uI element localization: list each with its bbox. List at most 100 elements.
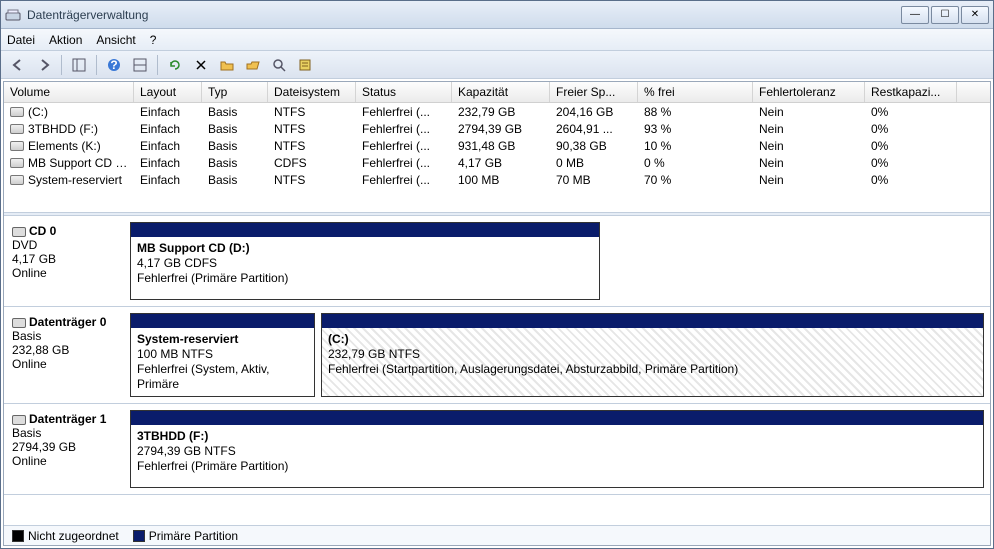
column-header[interactable]: Status <box>356 82 452 102</box>
volume-row[interactable]: System-reserviertEinfachBasisNTFSFehlerf… <box>4 171 990 188</box>
volume-list-body: (C:)EinfachBasisNTFSFehlerfrei (...232,7… <box>4 103 990 188</box>
forward-button[interactable] <box>33 54 55 76</box>
disk-title: CD 0 <box>29 224 56 238</box>
column-header[interactable]: Typ <box>202 82 268 102</box>
column-header[interactable]: Restkapazi... <box>865 82 957 102</box>
cell-status: Fehlerfrei (... <box>356 173 452 187</box>
partition-body: System-reserviert100 MB NTFSFehlerfrei (… <box>131 328 314 396</box>
cell-name: MB Support CD (D:) <box>4 156 134 170</box>
cell-free: 0 MB <box>550 156 638 170</box>
cell-pct: 10 % <box>638 139 753 153</box>
disk-title: Datenträger 0 <box>29 315 106 329</box>
cell-pct: 70 % <box>638 173 753 187</box>
cell-layout: Einfach <box>134 105 202 119</box>
cell-type: Basis <box>202 105 268 119</box>
cell-free: 2604,91 ... <box>550 122 638 136</box>
open-folder-button[interactable] <box>216 54 238 76</box>
cell-layout: Einfach <box>134 122 202 136</box>
disk-row: CD 0DVD4,17 GBOnlineMB Support CD (D:)4,… <box>4 216 990 307</box>
cell-name: System-reserviert <box>4 173 134 187</box>
partition[interactable]: (C:)232,79 GB NTFSFehlerfrei (Startparti… <box>321 313 984 397</box>
partitions-container: MB Support CD (D:)4,17 GB CDFSFehlerfrei… <box>130 222 984 300</box>
cell-cap: 100 MB <box>452 173 550 187</box>
refresh-button[interactable] <box>164 54 186 76</box>
cell-layout: Einfach <box>134 139 202 153</box>
search-button[interactable] <box>268 54 290 76</box>
menu-view[interactable]: Ansicht <box>96 33 135 47</box>
cell-pct: 88 % <box>638 105 753 119</box>
menubar: Datei Aktion Ansicht ? <box>1 29 993 51</box>
eject-button[interactable] <box>242 54 264 76</box>
cell-rest: 0% <box>865 105 957 119</box>
partition[interactable]: MB Support CD (D:)4,17 GB CDFSFehlerfrei… <box>130 222 600 300</box>
partition-size-fs: 2794,39 GB NTFS <box>137 444 236 458</box>
menu-action[interactable]: Aktion <box>49 33 82 47</box>
partition-status: Fehlerfrei (System, Aktiv, Primäre <box>137 362 269 391</box>
partition-header-bar <box>322 314 983 328</box>
column-header[interactable]: Freier Sp... <box>550 82 638 102</box>
minimize-button[interactable]: — <box>901 6 929 24</box>
disk-status: Online <box>12 357 47 371</box>
menu-file[interactable]: Datei <box>7 33 35 47</box>
cell-cap: 931,48 GB <box>452 139 550 153</box>
cell-name: (C:) <box>4 105 134 119</box>
column-header[interactable]: Volume <box>4 82 134 102</box>
volume-list-header: VolumeLayoutTypDateisystemStatusKapazitä… <box>4 82 990 103</box>
disk-status: Online <box>12 266 47 280</box>
volume-row[interactable]: (C:)EinfachBasisNTFSFehlerfrei (...232,7… <box>4 103 990 120</box>
disk-info[interactable]: CD 0DVD4,17 GBOnline <box>10 222 122 300</box>
column-header[interactable]: Dateisystem <box>268 82 356 102</box>
partition-header-bar <box>131 223 599 237</box>
properties-button[interactable] <box>294 54 316 76</box>
disk-icon <box>12 415 26 425</box>
column-header[interactable]: Kapazität <box>452 82 550 102</box>
content-area: VolumeLayoutTypDateisystemStatusKapazitä… <box>3 81 991 546</box>
delete-button[interactable] <box>190 54 212 76</box>
disk-info[interactable]: Datenträger 0Basis232,88 GBOnline <box>10 313 122 397</box>
toolbar-separator <box>157 55 158 75</box>
legend: Nicht zugeordnet Primäre Partition <box>4 525 990 545</box>
legend-unallocated: Nicht zugeordnet <box>12 529 119 543</box>
legend-primary: Primäre Partition <box>133 529 238 543</box>
maximize-button[interactable]: ☐ <box>931 6 959 24</box>
volume-row[interactable]: MB Support CD (D:)EinfachBasisCDFSFehler… <box>4 154 990 171</box>
cell-rest: 0% <box>865 139 957 153</box>
cell-rest: 0% <box>865 173 957 187</box>
cell-fs: NTFS <box>268 105 356 119</box>
disk-info[interactable]: Datenträger 1Basis2794,39 GBOnline <box>10 410 122 488</box>
column-header[interactable]: % frei <box>638 82 753 102</box>
partition[interactable]: System-reserviert100 MB NTFSFehlerfrei (… <box>130 313 315 397</box>
partition-status: Fehlerfrei (Primäre Partition) <box>137 459 288 473</box>
partitions-container: System-reserviert100 MB NTFSFehlerfrei (… <box>130 313 984 397</box>
cell-status: Fehlerfrei (... <box>356 122 452 136</box>
layout-button[interactable] <box>129 54 151 76</box>
drive-icon <box>10 158 24 168</box>
partition-status: Fehlerfrei (Startpartition, Auslagerungs… <box>328 362 738 376</box>
volume-row[interactable]: 3TBHDD (F:)EinfachBasisNTFSFehlerfrei (.… <box>4 120 990 137</box>
disk-status: Online <box>12 454 47 468</box>
partition-name: (C:) <box>328 332 349 346</box>
svg-text:?: ? <box>110 58 117 72</box>
cell-name: 3TBHDD (F:) <box>4 122 134 136</box>
disk-title: Datenträger 1 <box>29 412 106 426</box>
menu-help[interactable]: ? <box>150 33 157 47</box>
cell-rest: 0% <box>865 156 957 170</box>
partition[interactable]: 3TBHDD (F:)2794,39 GB NTFSFehlerfrei (Pr… <box>130 410 984 488</box>
column-header[interactable]: Fehlertoleranz <box>753 82 865 102</box>
column-header[interactable]: Layout <box>134 82 202 102</box>
partition-status: Fehlerfrei (Primäre Partition) <box>137 271 288 285</box>
cell-status: Fehlerfrei (... <box>356 139 452 153</box>
cell-name: Elements (K:) <box>4 139 134 153</box>
volume-row[interactable]: Elements (K:)EinfachBasisNTFSFehlerfrei … <box>4 137 990 154</box>
help-button[interactable]: ? <box>103 54 125 76</box>
cell-cap: 4,17 GB <box>452 156 550 170</box>
cell-cap: 232,79 GB <box>452 105 550 119</box>
back-button[interactable] <box>7 54 29 76</box>
disk-icon <box>12 318 26 328</box>
partition-body: 3TBHDD (F:)2794,39 GB NTFSFehlerfrei (Pr… <box>131 425 983 487</box>
close-button[interactable]: ✕ <box>961 6 989 24</box>
app-icon <box>5 7 21 23</box>
show-hide-tree-button[interactable] <box>68 54 90 76</box>
cell-pct: 93 % <box>638 122 753 136</box>
disk-size: 232,88 GB <box>12 343 69 357</box>
